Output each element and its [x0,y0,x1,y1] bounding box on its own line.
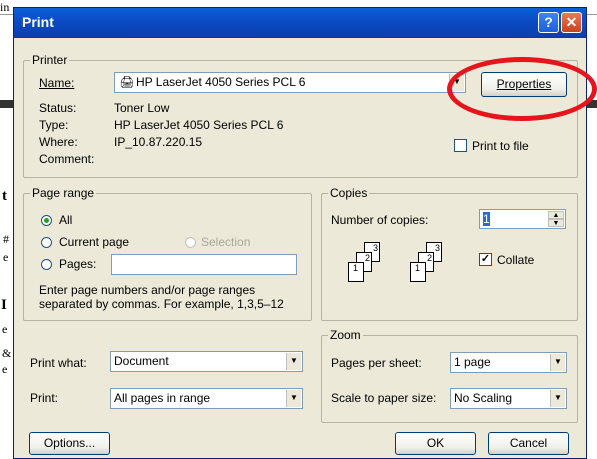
print-select[interactable]: All pages in range ▼ [110,388,303,409]
spin-up-icon[interactable]: ▲ [548,211,564,219]
collate-checkbox[interactable]: ✓ [479,253,492,266]
background-rule [0,100,13,108]
help-button[interactable]: ? [538,12,559,33]
background-text: in [0,0,10,14]
copies-number-value: 1 [483,212,490,226]
highlight-circle [447,57,597,121]
background-text: e [3,250,9,264]
title-bar[interactable]: Print ? ✕ [14,8,586,38]
collate-page: 1 [410,262,426,282]
page-range-legend: Page range [30,186,97,200]
scale-select[interactable]: No Scaling ▼ [450,388,567,409]
printer-name-value: HP LaserJet 4050 Series PCL 6 [136,75,306,89]
type-label: Type: [39,118,69,132]
close-button[interactable]: ✕ [561,12,582,33]
status-value: Toner Low [114,101,170,115]
pages-radio[interactable] [41,259,52,270]
selection-label: Selection [201,235,251,249]
spin-down-icon[interactable]: ▼ [548,219,564,227]
pages-per-sheet-label: Pages per sheet: [331,356,422,370]
print-to-file-checkbox[interactable] [454,139,467,152]
printer-legend: Printer [30,53,70,67]
copies-number-input[interactable]: 1 ▲ ▼ [479,209,566,229]
options-button[interactable]: Options... [29,432,110,455]
background-text: # [3,232,9,246]
zoom-group: Zoom [321,328,578,423]
print-what-select[interactable]: Document ▼ [110,351,303,372]
print-label: Print: [30,391,59,405]
page-range-help-line-1: Enter page numbers and/or page ranges [39,283,256,297]
print-to-file-label[interactable]: Print to file [472,139,529,153]
cancel-button[interactable]: Cancel [488,432,569,455]
window-title: Print [22,14,54,30]
all-radio[interactable] [41,215,52,226]
background-text: I [1,297,7,313]
scale-label: Scale to paper size: [331,391,437,405]
pages-input[interactable] [111,254,297,275]
printer-name-select[interactable]: 🖨HP LaserJet 4050 Series PCL 6 ▼ [114,72,466,93]
current-page-radio[interactable] [41,237,52,248]
printer-icon: 🖨 [119,75,135,89]
collate-page: 1 [348,262,364,282]
collate-label[interactable]: Collate [497,253,534,267]
background-text: & [2,346,12,360]
print-what-value: Document [114,354,169,368]
printer-name-label: Name: [39,76,75,90]
copies-number-label: Number of copies: [331,213,429,227]
chevron-down-icon[interactable]: ▼ [286,390,301,407]
copies-legend: Copies [328,186,370,200]
print-value: All pages in range [114,391,211,405]
chevron-down-icon[interactable]: ▼ [550,390,565,407]
chevron-down-icon[interactable]: ▼ [550,354,565,371]
status-label: Status: [39,101,77,115]
background-text: t [2,188,7,204]
ok-button[interactable]: OK [395,432,476,455]
print-what-label: Print what: [30,356,87,370]
where-value: IP_10.87.220.15 [114,135,203,149]
chevron-down-icon[interactable]: ▼ [286,353,301,370]
pages-per-sheet-value: 1 page [454,355,491,369]
page-range-help-line-2: separated by commas. For example, 1,3,5–… [39,297,284,311]
pages-per-sheet-select[interactable]: 1 page ▼ [450,352,567,373]
pages-label[interactable]: Pages: [59,257,96,271]
scale-value: No Scaling [454,391,513,405]
selection-radio[interactable] [185,237,196,248]
where-label: Where: [39,135,78,149]
current-page-label[interactable]: Current page [59,235,129,249]
comment-label: Comment: [39,152,95,166]
background-text: e [2,362,8,376]
zoom-legend: Zoom [328,328,363,342]
type-value: HP LaserJet 4050 Series PCL 6 [114,118,284,132]
background-text: e [2,322,8,336]
all-label[interactable]: All [59,213,72,227]
